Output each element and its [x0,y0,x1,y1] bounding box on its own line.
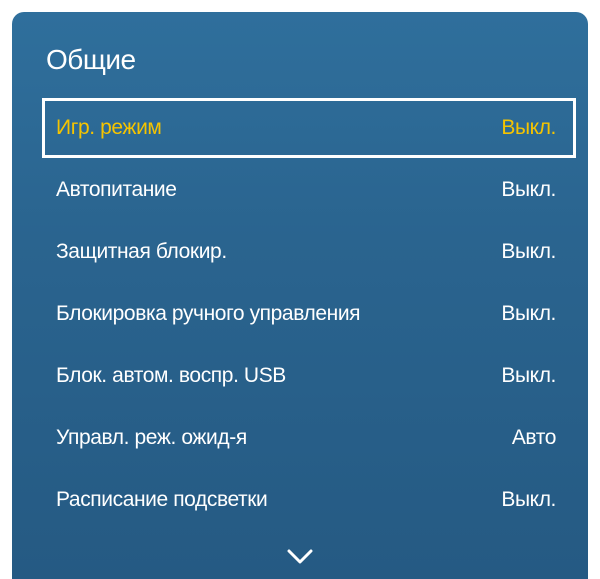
menu-item-value: Выкл. [501,488,556,511]
menu-item-standby-control[interactable]: Управл. реж. ожид-я Авто [42,408,576,468]
menu-item-usb-autoplay-lock[interactable]: Блок. автом. воспр. USB Выкл. [42,346,576,406]
panel-title: Общие [46,44,136,75]
menu-item-value: Выкл. [501,364,556,387]
menu-item-button-lock[interactable]: Блокировка ручного управления Выкл. [42,284,576,344]
menu-item-value: Выкл. [501,302,556,325]
menu-item-value: Выкл. [501,116,556,139]
menu-item-label: Управл. реж. ожид-я [56,426,247,449]
menu-item-game-mode[interactable]: Игр. режим Выкл. [42,98,576,158]
menu-item-lamp-schedule[interactable]: Расписание подсветки Выкл. [42,470,576,530]
menu-item-label: Автопитание [56,178,177,201]
menu-item-label: Игр. режим [56,116,162,139]
chevron-down-icon[interactable] [287,548,313,566]
menu-item-label: Блокировка ручного управления [56,302,361,325]
menu-item-value: Выкл. [501,240,556,263]
menu-item-value: Выкл. [501,178,556,201]
menu-item-safety-lock[interactable]: Защитная блокир. Выкл. [42,222,576,282]
settings-menu: Игр. режим Выкл. Автопитание Выкл. Защит… [42,98,576,530]
menu-item-value: Авто [511,426,557,449]
menu-item-label: Защитная блокир. [56,240,227,263]
menu-item-auto-power[interactable]: Автопитание Выкл. [42,160,576,220]
menu-item-label: Расписание подсветки [56,488,268,511]
general-settings-panel: Общие Игр. режим Выкл. Автопитание Выкл.… [12,12,588,579]
menu-item-label: Блок. автом. воспр. USB [56,364,286,387]
